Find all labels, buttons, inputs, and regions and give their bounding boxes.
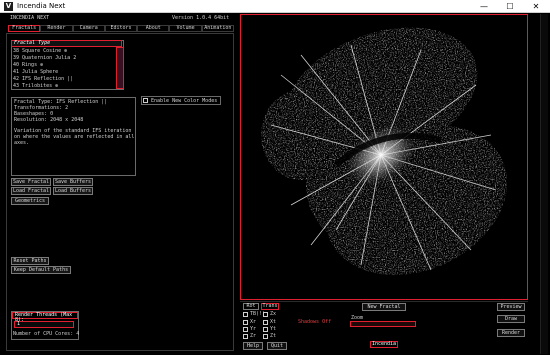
render-threads-label: Render Threads (Max 8): — [12, 312, 78, 323]
tab-editors[interactable]: Editors — [104, 25, 138, 32]
zr-label: Zr — [250, 333, 257, 339]
app-name: INCENDIA NEXT — [10, 15, 50, 21]
xt-checkbox[interactable] — [263, 320, 268, 325]
info-description: on where the values are reflected in all — [14, 134, 135, 140]
help-button[interactable]: Help — [243, 342, 263, 350]
zoom-slider[interactable] — [350, 321, 416, 327]
tab-camera[interactable]: Camera — [72, 25, 105, 32]
yt-checkbox[interactable] — [263, 327, 268, 332]
minimize-icon[interactable]: — — [471, 0, 497, 13]
zr-checkbox[interactable] — [243, 334, 248, 339]
menu-bar: Fractals Render Camera Editors About Vol… — [8, 25, 234, 32]
cpu-cores-label: Number of CPU Cores: 4 — [13, 331, 80, 337]
zt-checkbox[interactable] — [263, 334, 268, 339]
yr-label: Yr — [250, 326, 257, 332]
color-modes-checkbox[interactable] — [143, 98, 148, 103]
incendia-button[interactable]: Incendia — [370, 341, 398, 348]
list-item[interactable]: 41 Julia Sphere — [13, 70, 58, 75]
vertical-scrollbar[interactable] — [540, 14, 548, 354]
fractal-list-scrollbar[interactable] — [116, 47, 124, 89]
list-item[interactable]: 39 Quaternion Julia 2 — [13, 56, 76, 61]
info-description: axes. — [14, 140, 30, 146]
window-title: Incendia Next — [17, 2, 66, 10]
tb-checkbox[interactable] — [243, 312, 248, 317]
zt-label: Zt — [270, 333, 277, 339]
tab-volume[interactable]: Volume — [169, 25, 202, 32]
maximize-icon[interactable]: ☐ — [497, 0, 523, 13]
shadows-toggle[interactable]: Shadows Off — [298, 320, 331, 325]
list-item[interactable]: 38 Square Cosine ⊕ — [13, 49, 67, 54]
quit-button[interactable]: Quit — [267, 342, 287, 350]
app-version: Version 1.0.4 64bit — [172, 15, 230, 21]
yr-checkbox[interactable] — [243, 327, 248, 332]
zx-label: Zx — [270, 311, 277, 317]
window-title-bar[interactable] — [0, 0, 550, 13]
list-item[interactable]: 43 Trilobites ⊕ — [13, 84, 58, 89]
xt-label: Xt — [270, 319, 277, 325]
xr-label: Xr — [250, 319, 257, 325]
draw-button[interactable]: Draw — [497, 315, 525, 323]
preview-button[interactable]: Preview — [497, 303, 525, 311]
list-item[interactable]: 42 IFS Reflection || — [13, 77, 73, 82]
tab-fractals[interactable]: Fractals — [8, 25, 41, 32]
close-icon[interactable]: ✕ — [523, 0, 549, 13]
color-modes-label: Enable New Color Modes — [151, 98, 218, 104]
save-fractal-button[interactable]: Save Fractal — [11, 178, 51, 186]
fractal-type-header[interactable]: Fractal Type — [11, 40, 122, 47]
render-threads-input[interactable]: 1 — [14, 321, 74, 328]
tab-translation[interactable]: Trans — [261, 303, 279, 310]
list-item[interactable]: 40 Rings ⊕ — [13, 63, 43, 68]
load-fractal-button[interactable]: Load Fractal — [11, 187, 51, 195]
save-buffers-button[interactable]: Save Buffers — [53, 178, 93, 186]
xr-checkbox[interactable] — [243, 320, 248, 325]
app-logo-icon: V — [4, 2, 13, 11]
zx-checkbox[interactable] — [263, 312, 268, 317]
tab-animation[interactable]: Animation — [201, 25, 234, 32]
info-resolution: Resolution: 2048 x 2048 — [14, 117, 84, 123]
tab-render[interactable]: Render — [40, 25, 73, 32]
tab-about[interactable]: About — [137, 25, 170, 32]
geometrics-button[interactable]: Geometrics — [11, 197, 49, 205]
reset-paths-button[interactable]: Reset Paths — [11, 257, 49, 265]
load-buffers-button[interactable]: Load Buffers — [53, 187, 93, 195]
keep-default-paths-toggle[interactable]: Keep Default Paths — [11, 266, 71, 274]
fractal-render-image — [241, 15, 527, 299]
render-button[interactable]: Render — [497, 329, 525, 337]
tab-rotation[interactable]: Rot — [243, 303, 259, 310]
new-fractal-button[interactable]: New Fractal — [362, 303, 406, 311]
render-viewport[interactable] — [240, 14, 528, 300]
yt-label: Yt — [270, 326, 277, 332]
